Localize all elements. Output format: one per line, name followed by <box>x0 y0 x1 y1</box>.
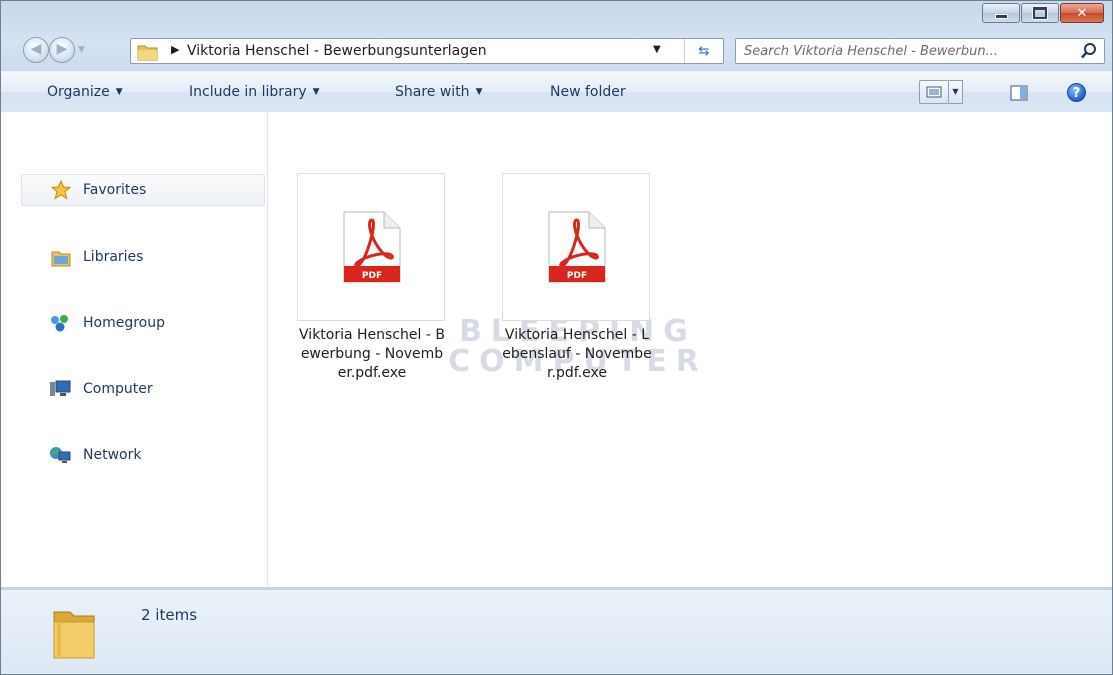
navigation-pane: Favorites Libraries Homegroup Computer N… <box>1 112 268 587</box>
include-in-library-label: Include in library <box>189 84 307 100</box>
refresh-icon: ⇆ <box>698 43 710 59</box>
chevron-down-icon: ▼ <box>115 87 123 97</box>
include-in-library-button[interactable]: Include in library ▼ <box>189 84 320 100</box>
item-count: 2 items <box>141 606 198 624</box>
computer-icon <box>50 380 71 396</box>
file-thumbnail[interactable]: PDF <box>297 173 445 321</box>
sidebar-item-homegroup[interactable]: Homegroup <box>51 311 166 335</box>
file-item[interactable]: PDF Viktoria Henschel - Lebenslauf - Nov… <box>502 173 652 383</box>
share-with-button[interactable]: Share with ▼ <box>395 84 482 100</box>
svg-text:PDF: PDF <box>362 271 382 281</box>
sidebar-item-libraries[interactable]: Libraries <box>51 245 144 269</box>
sidebar-item-favorites[interactable]: Favorites <box>51 178 147 202</box>
sidebar-item-label: Homegroup <box>83 315 166 331</box>
search-box[interactable] <box>735 38 1105 64</box>
sidebar-item-computer[interactable]: Computer <box>50 377 153 401</box>
file-item[interactable]: PDF Viktoria Henschel - Bewerbung - Nove… <box>297 173 447 383</box>
caption-buttons: ✕ <box>982 3 1104 23</box>
breadcrumb-separator-icon[interactable]: ▶ <box>171 43 179 56</box>
svg-text:PDF: PDF <box>567 271 587 281</box>
chevron-down-icon: ▼ <box>312 87 320 97</box>
new-folder-label: New folder <box>550 84 626 100</box>
back-arrow-icon: ◀ <box>30 41 42 57</box>
command-bar: Organize ▼ Include in library ▼ Share with… <box>1 71 1112 113</box>
homegroup-icon <box>51 315 68 332</box>
minimize-icon <box>983 4 1019 22</box>
forward-arrow-icon: ▶ <box>56 41 68 57</box>
breadcrumb-path[interactable]: Viktoria Henschel - Bewerbungsunterlagen <box>187 43 487 59</box>
view-icon <box>926 86 942 98</box>
file-list-view: BLEEPING COMPUTER PDF Viktoria Henschel … <box>268 112 1112 587</box>
view-options-dropdown[interactable]: ▼ <box>949 80 963 104</box>
share-with-label: Share with <box>395 84 470 100</box>
sidebar-item-label: Computer <box>83 381 153 397</box>
help-icon[interactable]: ? <box>1067 83 1086 102</box>
pdf-icon: PDF <box>343 211 401 283</box>
sidebar-item-label: Libraries <box>83 249 144 265</box>
sidebar-item-label: Favorites <box>83 182 147 198</box>
maximize-button[interactable] <box>1021 3 1059 23</box>
back-button[interactable]: ◀ <box>23 37 49 63</box>
file-name[interactable]: Viktoria Henschel - Lebenslauf - Novembe… <box>502 326 652 383</box>
organize-label: Organize <box>47 84 110 100</box>
change-view-button[interactable] <box>919 80 949 104</box>
folder-icon <box>137 45 158 61</box>
pdf-icon: PDF <box>548 211 606 283</box>
explorer-window: ✕ ◀ ▶ ▼ ▶ Viktoria Henschel - Bewerbungs… <box>0 0 1113 675</box>
search-icon[interactable] <box>1080 42 1098 60</box>
star-icon <box>51 180 71 200</box>
organize-button[interactable]: Organize ▼ <box>47 84 123 100</box>
refresh-button[interactable]: ⇆ <box>684 39 723 63</box>
maximize-icon <box>1022 4 1058 22</box>
sidebar-item-label: Network <box>83 447 142 463</box>
address-dropdown-icon[interactable]: ▼ <box>653 44 661 55</box>
file-thumbnail[interactable]: PDF <box>502 173 650 321</box>
recent-pages-dropdown[interactable]: ▼ <box>78 45 88 57</box>
preview-pane-icon[interactable] <box>1010 85 1028 101</box>
file-name[interactable]: Viktoria Henschel - Bewerbung - November… <box>297 326 447 383</box>
close-icon: ✕ <box>1076 5 1088 21</box>
search-input[interactable] <box>744 41 1074 61</box>
details-pane: 2 items <box>1 589 1112 674</box>
forward-button[interactable]: ▶ <box>49 37 75 63</box>
chevron-down-icon: ▼ <box>475 87 483 97</box>
address-bar[interactable]: ▶ Viktoria Henschel - Bewerbungsunterlag… <box>130 38 724 64</box>
minimize-button[interactable] <box>982 3 1020 23</box>
new-folder-button[interactable]: New folder <box>550 84 626 100</box>
network-icon <box>50 447 71 463</box>
folder-icon <box>53 611 95 659</box>
sidebar-item-network[interactable]: Network <box>50 443 142 467</box>
libraries-icon <box>51 251 71 267</box>
close-button[interactable]: ✕ <box>1060 3 1104 23</box>
